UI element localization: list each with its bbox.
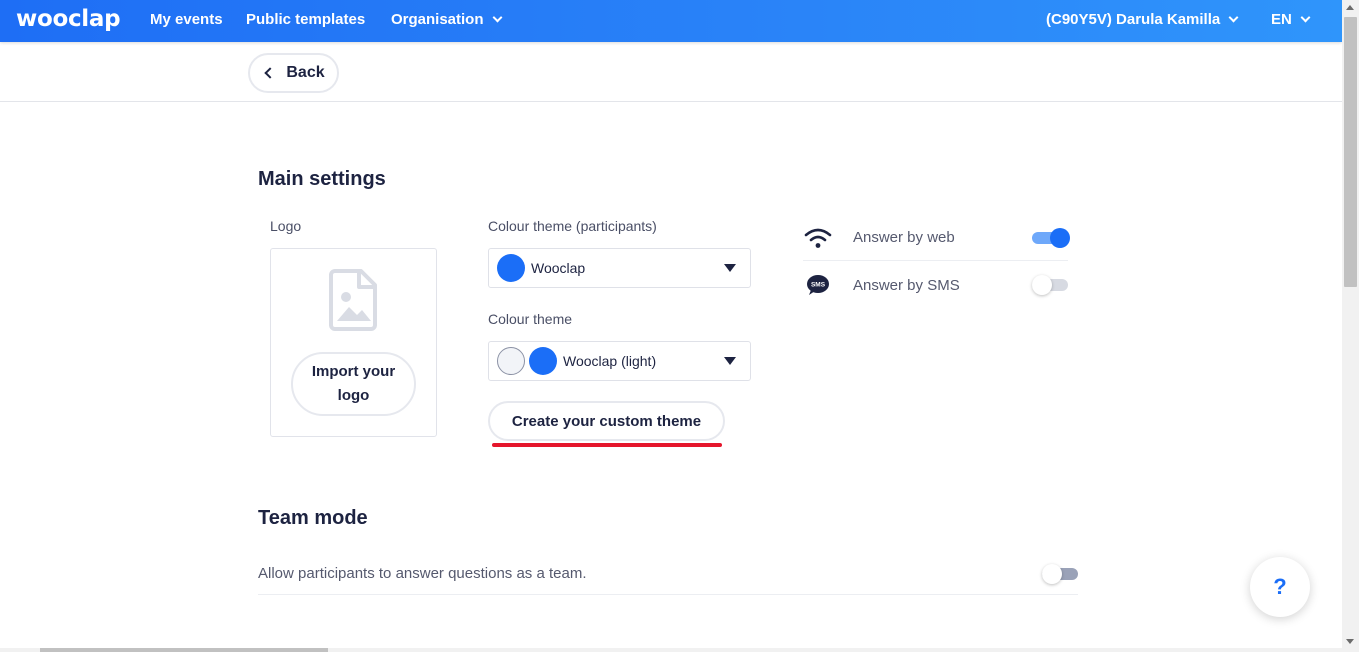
user-menu-dropdown[interactable]: (C90Y5V) Darula Kamilla (1046, 11, 1239, 28)
team-mode-row: Allow participants to answer questions a… (258, 553, 1078, 595)
answer-by-sms-row: SMS Answer by SMS (803, 262, 1068, 308)
wooclap-logo[interactable]: wooclap (16, 6, 121, 32)
team-mode-toggle[interactable] (1042, 563, 1078, 585)
theme-light-swatch (497, 347, 525, 375)
wifi-icon (803, 227, 833, 249)
user-name-label: (C90Y5V) Darula Kamilla (1046, 11, 1221, 28)
nav-organisation-label: Organisation (391, 11, 484, 28)
toggle-knob (1042, 564, 1062, 584)
help-button[interactable]: ? (1250, 557, 1310, 617)
theme-value: Wooclap (light) (563, 353, 657, 369)
chevron-down-icon (1228, 12, 1239, 23)
scrollbar-thumb[interactable] (1344, 17, 1357, 287)
nav-my-events-label: My events (150, 11, 223, 28)
team-mode-description: Allow participants to answer questions a… (258, 565, 587, 582)
team-mode-title: Team mode (258, 507, 368, 529)
nav-public-templates[interactable]: Public templates (246, 11, 365, 28)
logo-upload-box: Import your logo (270, 248, 437, 437)
caret-down-icon (724, 264, 736, 272)
scroll-down-arrow-icon[interactable] (1346, 639, 1354, 644)
participants-theme-label: Colour theme (participants) (488, 218, 657, 234)
theme-select[interactable]: Wooclap (light) (488, 341, 751, 381)
participants-theme-select[interactable]: Wooclap (488, 248, 751, 288)
toggle-knob (1050, 228, 1070, 248)
vertical-scrollbar[interactable] (1342, 0, 1359, 652)
answer-by-web-row: Answer by web (803, 215, 1068, 261)
top-navbar: wooclap My events Public templates Organ… (0, 0, 1342, 42)
highlight-underline (492, 443, 722, 447)
create-custom-theme-button[interactable]: Create your custom theme (488, 401, 725, 441)
scroll-up-arrow-icon[interactable] (1346, 5, 1354, 10)
logo-label: Logo (270, 218, 302, 234)
nav-my-events[interactable]: My events (150, 11, 223, 28)
sms-bubble-icon: SMS (803, 274, 833, 296)
answer-by-web-toggle[interactable] (1032, 227, 1070, 249)
answer-by-sms-toggle[interactable] (1032, 274, 1068, 296)
theme-label: Colour theme (488, 311, 573, 327)
image-placeholder-icon (329, 269, 377, 331)
sms-icon-text: SMS (811, 282, 826, 289)
answer-by-sms-label: Answer by SMS (853, 276, 960, 294)
chevron-left-icon (264, 67, 277, 79)
back-button-label: Back (286, 64, 325, 81)
nav-organisation-dropdown[interactable]: Organisation (391, 11, 502, 28)
horizontal-scrollbar-thumb[interactable] (40, 648, 328, 652)
caret-down-icon (724, 357, 736, 365)
language-label: EN (1271, 11, 1292, 28)
answer-by-web-label: Answer by web (853, 229, 955, 246)
horizontal-scrollbar[interactable] (0, 648, 1342, 652)
toggle-knob (1032, 275, 1052, 295)
main-settings-title: Main settings (258, 168, 386, 190)
chevron-down-icon (492, 12, 502, 23)
back-bar: Back (0, 42, 1342, 102)
back-button[interactable]: Back (248, 53, 339, 93)
nav-public-templates-label: Public templates (246, 11, 366, 28)
participants-theme-value: Wooclap (531, 260, 586, 276)
import-logo-button[interactable]: Import your logo (291, 352, 416, 416)
chevron-down-icon (1300, 12, 1311, 23)
theme-color-swatch (529, 347, 557, 375)
language-dropdown[interactable]: EN (1271, 11, 1311, 28)
theme-color-swatch (497, 254, 525, 282)
